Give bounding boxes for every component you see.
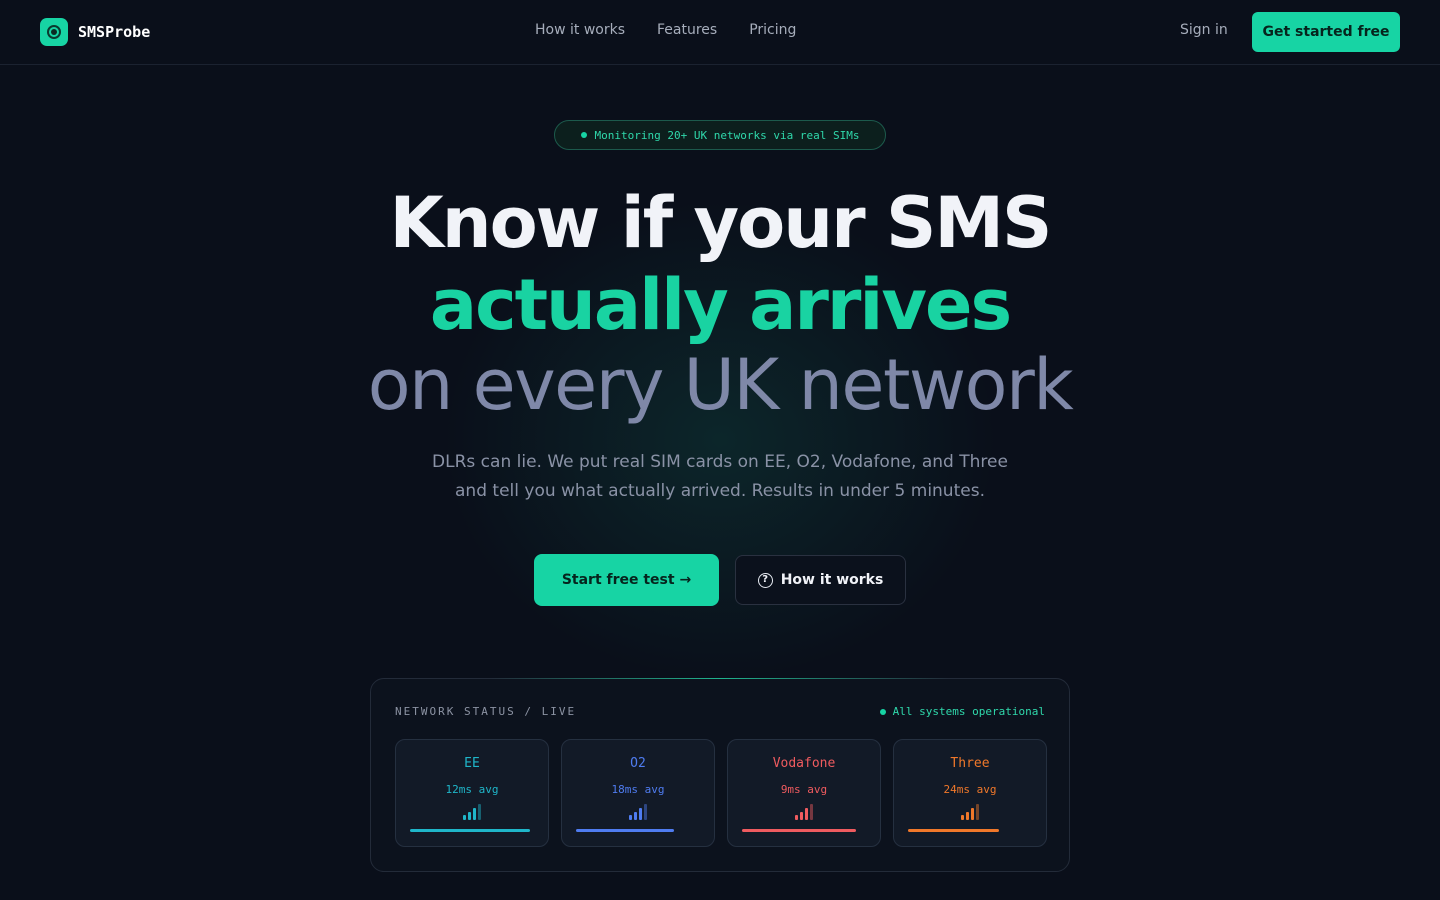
health-bar — [908, 829, 999, 832]
signal-bars-icon — [728, 804, 880, 820]
system-status: All systems operational — [879, 705, 1045, 718]
network-card-three[interactable]: Three 24ms avg — [893, 739, 1047, 847]
how-it-works-button[interactable]: ? How it works — [735, 555, 906, 605]
nav-link-pricing[interactable]: Pricing — [749, 22, 796, 38]
signal-bars-icon — [396, 804, 548, 820]
network-card-o2[interactable]: O2 18ms avg — [561, 739, 715, 847]
monitoring-badge: Monitoring 20+ UK networks via real SIMs — [554, 120, 886, 150]
brand-logo[interactable]: SMSProbe — [40, 18, 150, 46]
network-name: Three — [950, 756, 990, 771]
network-card-ee[interactable]: EE 12ms avg — [395, 739, 549, 847]
question-circle-icon: ? — [757, 572, 773, 588]
network-card-vodafone[interactable]: Vodafone 9ms avg — [727, 739, 881, 847]
how-it-works-label: How it works — [780, 572, 884, 588]
nav-link-how-it-works[interactable]: How it works — [535, 22, 625, 38]
start-free-test-button[interactable]: Start free test → — [534, 554, 719, 606]
health-bar — [742, 829, 856, 832]
status-dot-icon — [879, 708, 886, 715]
badge-text: Monitoring 20+ UK networks via real SIMs — [594, 128, 860, 142]
system-status-text: All systems operational — [892, 705, 1045, 718]
hero-subtitle-line-2: and tell you what actually arrived. Resu… — [455, 481, 985, 501]
brand-name: SMSProbe — [78, 23, 151, 41]
get-started-button[interactable]: Get started free — [1252, 12, 1400, 52]
nav-link-features[interactable]: Features — [657, 22, 717, 38]
signal-bars-icon — [894, 804, 1046, 820]
hero-title-line-1: Know if your SMS — [389, 182, 1053, 264]
signal-bars-icon — [562, 804, 714, 820]
nav-links: How it works Features Pricing — [535, 22, 796, 38]
probe-icon — [40, 18, 68, 46]
health-bar — [576, 829, 674, 832]
network-cards: EE 12ms avg O2 18ms avg Vodafone 9ms avg… — [395, 739, 1047, 847]
top-nav: SMSProbe How it works Features Pricing S… — [0, 0, 1440, 65]
network-name: O2 — [630, 756, 646, 771]
network-latency: 24ms avg — [943, 783, 997, 796]
hero-title-line-3: on every UK network — [367, 344, 1074, 426]
panel-title: NETWORK STATUS / LIVE — [395, 705, 577, 718]
sign-in-link[interactable]: Sign in — [1180, 22, 1228, 38]
network-name: Vodafone — [772, 756, 836, 771]
network-status-panel: NETWORK STATUS / LIVE All systems operat… — [370, 678, 1070, 872]
health-bar — [410, 829, 530, 832]
network-latency: 9ms avg — [780, 783, 828, 796]
network-name: EE — [464, 756, 480, 771]
live-dot-icon — [580, 132, 587, 138]
network-latency: 18ms avg — [611, 783, 665, 796]
hero-subtitle-line-1: DLRs can lie. We put real SIM cards on E… — [432, 452, 1008, 472]
network-latency: 12ms avg — [445, 783, 499, 796]
hero-title-line-2: actually arrives — [429, 264, 1012, 346]
